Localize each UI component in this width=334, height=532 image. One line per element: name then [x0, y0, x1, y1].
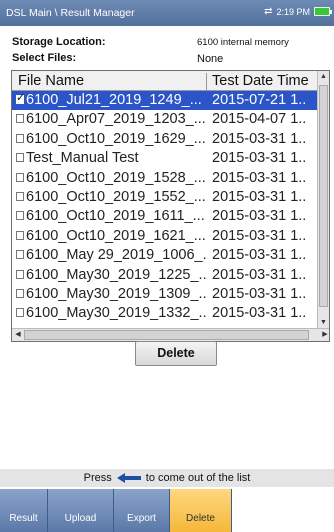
delete-button[interactable]: Delete [135, 341, 217, 366]
table-row[interactable]: 6100_May 29_2019_1006_... 2015-03-31 1.. [12, 246, 317, 265]
select-files-label: Select Files: [12, 52, 77, 64]
upload-tab-button[interactable]: Upload [48, 489, 114, 532]
export-tab-button[interactable]: Export [114, 489, 170, 532]
status-area: ⇄ 2:19 PM [264, 6, 332, 17]
test-date-cell: 2015-03-31 1.. [212, 247, 307, 264]
delete-tab-button[interactable]: Delete [170, 489, 232, 532]
test-date-cell: 2015-03-31 1.. [212, 169, 307, 186]
file-name-cell: 6100_May30_2019_1309_... [12, 286, 208, 302]
test-date-cell: 2015-03-31 1.. [212, 150, 307, 167]
file-name-text: 6100_May 29_2019_1006_... [26, 247, 208, 264]
checkbox-icon[interactable] [16, 269, 24, 279]
test-date-cell: 2015-03-31 1.. [212, 130, 307, 147]
bottom-toolbar: Result Upload Export Delete [0, 489, 334, 532]
file-name-text: 6100_Oct10_2019_1528_... [26, 169, 206, 186]
scroll-left-icon[interactable]: ◀ [12, 329, 24, 341]
table-row[interactable]: 6100_May30_2019_1225_... 2015-03-31 1.. [12, 266, 317, 285]
checkbox-icon[interactable] [16, 250, 24, 260]
file-name-text: 6100_Oct10_2019_1552_... [26, 189, 206, 205]
checkbox-icon[interactable] [16, 308, 24, 318]
vertical-scrollbar[interactable]: ▲ ▼ [317, 71, 329, 329]
storage-location-value[interactable]: 6100 internal memory [197, 37, 289, 48]
storage-location-label: Storage Location: [12, 36, 106, 48]
scroll-right-icon[interactable]: ▶ [319, 329, 329, 341]
file-name-cell: 6100_May30_2019_1332_... [12, 305, 208, 321]
file-name-text: 6100_May30_2019_1309_... [26, 286, 208, 302]
file-name-cell: 6100_May 29_2019_1006_... [12, 247, 208, 263]
file-name-cell: 6100_Oct10_2019_1528_... [12, 170, 208, 186]
file-name-cell: Test_Manual Test [12, 150, 208, 166]
table-row[interactable]: 6100_Oct10_2019_1629_... 2015-03-31 1.. [12, 130, 317, 149]
file-name-text: 6100_Oct10_2019_1629_... [26, 130, 206, 147]
file-name-cell: 6100_Jul21_2019_1249_... [12, 92, 208, 108]
sync-icon: ⇄ [264, 6, 273, 17]
vertical-scroll-thumb[interactable] [319, 85, 328, 307]
table-row[interactable]: 6100_Apr07_2019_1203_... 2015-04-07 1.. [12, 110, 317, 129]
file-name-text: 6100_May30_2019_1332_... [26, 305, 208, 322]
test-date-cell: 2015-03-31 1.. [212, 266, 307, 283]
checkbox-icon[interactable] [16, 92, 25, 104]
file-name-cell: 6100_Oct10_2019_1552_... [12, 189, 208, 205]
file-name-cell: 6100_Oct10_2019_1621_... [12, 228, 208, 244]
test-date-cell: 2015-03-31 1.. [212, 305, 307, 322]
horizontal-scroll-thumb[interactable] [24, 330, 309, 340]
table-row[interactable]: 6100_Oct10_2019_1611_... 2015-03-31 1.. [12, 207, 317, 226]
table-header: File Name Test Date Time [12, 71, 317, 91]
column-header-test-date-time[interactable]: Test Date Time [212, 73, 317, 90]
checkbox-icon[interactable] [16, 192, 24, 201]
table-row[interactable]: 6100_May30_2019_1309_... 2015-03-31 1.. [12, 285, 317, 304]
file-name-text: 6100_Oct10_2019_1621_... [26, 227, 206, 244]
file-name-cell: 6100_Oct10_2019_1611_... [12, 208, 208, 224]
select-files-row: Select Files: None [12, 52, 328, 66]
test-date-cell: 2015-03-31 1.. [212, 189, 307, 205]
title-bar: DSL Main \ Result Manager ⇄ 2:19 PM [0, 0, 334, 26]
file-name-text: 6100_Oct10_2019_1611_... [26, 208, 205, 225]
select-files-value[interactable]: None [197, 53, 223, 65]
table-row[interactable]: 6100_Oct10_2019_1552_... 2015-03-31 1.. [12, 188, 317, 207]
horizontal-scrollbar[interactable]: ◀ ▶ [12, 328, 329, 341]
file-table[interactable]: File Name Test Date Time 6100_Jul21_2019… [11, 70, 330, 342]
back-arrow-icon [116, 473, 141, 483]
file-name-text: Test_Manual Test [26, 150, 139, 167]
column-header-file-name[interactable]: File Name [18, 73, 207, 90]
checkbox-icon[interactable] [16, 133, 24, 143]
file-name-cell: 6100_May30_2019_1225_... [12, 267, 208, 283]
checkbox-icon[interactable] [16, 153, 24, 163]
file-name-text: 6100_May30_2019_1225_... [26, 266, 208, 283]
checkbox-icon[interactable] [16, 114, 24, 124]
file-name-text: 6100_Apr07_2019_1203_... [26, 111, 206, 128]
checkbox-icon[interactable] [16, 230, 24, 240]
file-list: 6100_Jul21_2019_1249_...2015-07-21 1..61… [12, 91, 317, 329]
test-date-cell: 2015-04-07 1.. [212, 111, 307, 128]
test-date-cell: 2015-07-21 1.. [212, 92, 307, 108]
checkbox-icon[interactable] [16, 172, 24, 182]
table-row[interactable]: 6100_May30_2019_1332_... 2015-03-31 1.. [12, 304, 317, 323]
table-row[interactable]: 6100_Oct10_2019_1621_... 2015-03-31 1.. [12, 227, 317, 246]
battery-icon [314, 7, 332, 16]
table-row[interactable]: 6100_Jul21_2019_1249_... 2015-07-21 1.. [12, 91, 317, 111]
window-title: DSL Main \ Result Manager [6, 7, 135, 19]
scroll-up-icon[interactable]: ▲ [318, 71, 329, 83]
hint-text-before: Press [83, 472, 112, 484]
file-name-cell: 6100_Oct10_2019_1629_... [12, 131, 208, 147]
test-date-cell: 2015-03-31 1.. [212, 208, 307, 225]
checkbox-icon[interactable] [16, 211, 24, 221]
hint-bar: Press to come out of the list [0, 469, 334, 487]
table-row[interactable]: 6100_Oct10_2019_1528_... 2015-03-31 1.. [12, 169, 317, 188]
test-date-cell: 2015-03-31 1.. [212, 227, 307, 244]
file-name-text: 6100_Jul21_2019_1249_... [26, 92, 202, 108]
file-name-cell: 6100_Apr07_2019_1203_... [12, 111, 208, 127]
result-tab-button[interactable]: Result [0, 489, 48, 532]
hint-text-after: to come out of the list [145, 472, 251, 484]
clock: 2:19 PM [276, 6, 310, 17]
checkbox-icon[interactable] [16, 289, 24, 298]
test-date-cell: 2015-03-31 1.. [212, 286, 307, 302]
table-row[interactable]: Test_Manual Test 2015-03-31 1.. [12, 149, 317, 168]
storage-location-row: Storage Location: 6100 internal memory [12, 36, 328, 50]
